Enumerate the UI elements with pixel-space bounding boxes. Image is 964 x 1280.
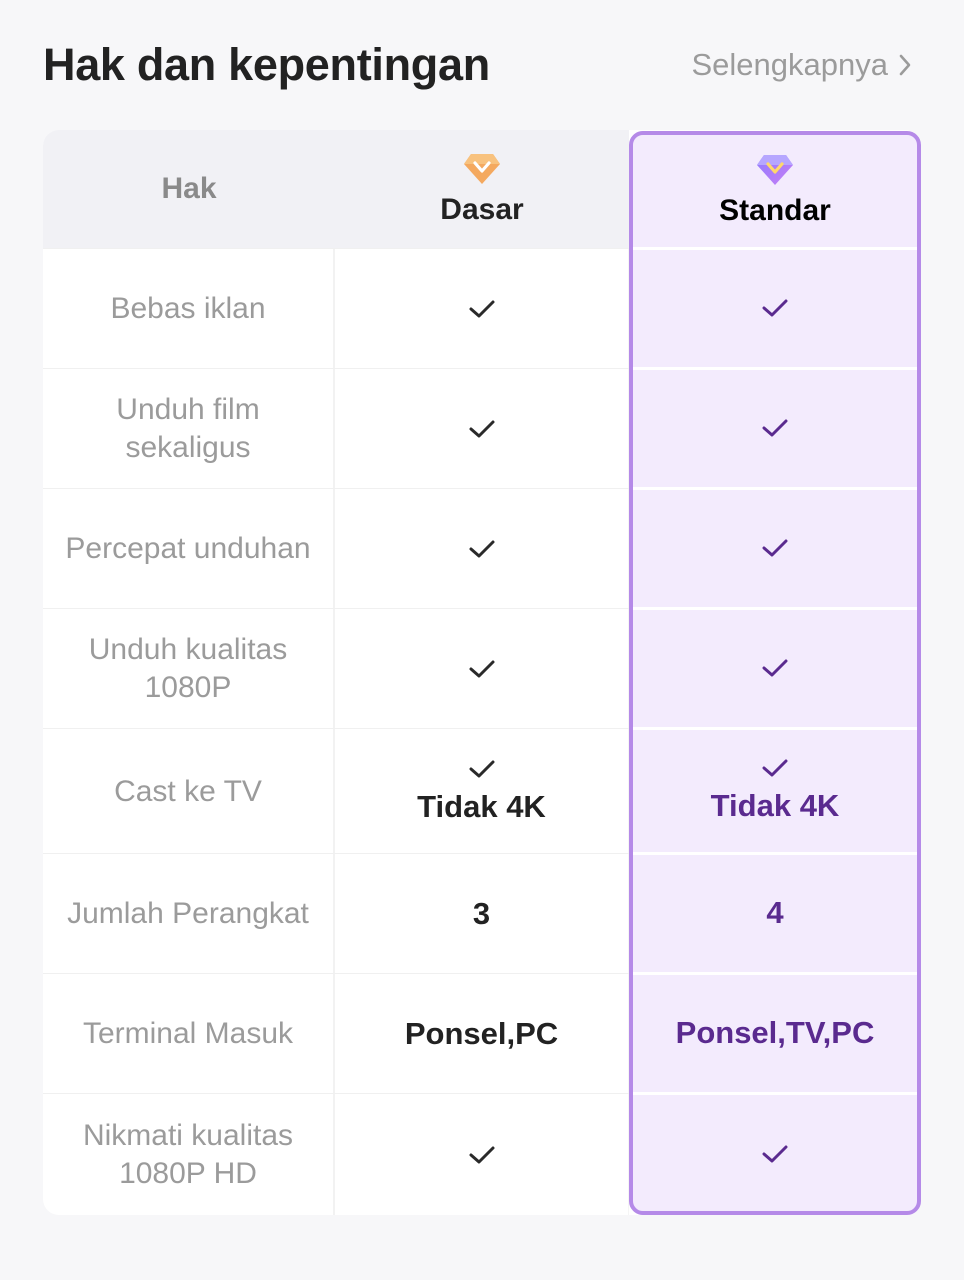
check-icon	[469, 1146, 494, 1164]
standard-plan-text: Tidak 4K	[710, 787, 840, 823]
benefit-label: Bebas iklan	[43, 249, 335, 369]
basic-plan-value	[335, 609, 629, 729]
basic-plan-text: Tidak 4K	[417, 788, 546, 824]
benefit-label: Unduh kualitas 1080P	[43, 609, 335, 729]
benefit-label: Nikmati kualitas 1080P HD	[43, 1094, 335, 1215]
check-icon	[469, 540, 494, 558]
basic-plan-value: Ponsel,PC	[335, 974, 629, 1094]
benefit-label: Unduh film sekaligus	[43, 369, 335, 489]
standard-plan-value: Ponsel,TV,PC	[629, 973, 921, 1093]
chevron-right-icon	[899, 54, 911, 76]
header-rights: Hak	[43, 130, 335, 248]
benefit-label: Terminal Masuk	[43, 974, 335, 1094]
page-title: Hak dan kepentingan	[43, 39, 490, 90]
check-icon	[469, 760, 494, 777]
basic-plan-text: Ponsel,PC	[404, 1016, 559, 1051]
standard-plan-text: 4	[766, 895, 784, 930]
basic-plan-text: 3	[472, 896, 491, 931]
see-more-label: Selengkapnya	[691, 47, 889, 82]
basic-plan-name: Dasar	[440, 193, 524, 226]
check-icon	[762, 759, 788, 776]
basic-plan-value: Tidak 4K	[335, 729, 629, 854]
standard-plan-value: Tidak 4K	[629, 728, 921, 853]
benefit-label: Jumlah Perangkat	[43, 854, 335, 974]
check-icon	[469, 660, 494, 678]
benefit-label: Percepat unduhan	[43, 489, 335, 609]
standard-plan-value	[629, 1093, 921, 1215]
standard-plan-name: Standar	[719, 194, 831, 227]
check-icon	[469, 300, 494, 318]
standard-plan-value	[629, 248, 921, 368]
standard-plan-value	[629, 608, 921, 728]
basic-plan-value	[335, 369, 629, 489]
standard-plan-value	[629, 368, 921, 488]
section-header: Hak dan kepentingan Selengkapnya	[43, 30, 912, 100]
check-icon	[762, 1145, 788, 1163]
basic-plan-value: 3	[335, 854, 629, 974]
check-icon	[762, 659, 788, 677]
standard-plan-text: Ponsel,TV,PC	[675, 1015, 875, 1050]
check-icon	[469, 420, 494, 438]
check-icon	[762, 539, 788, 557]
standard-plan-value	[629, 488, 921, 608]
benefit-label: Cast ke TV	[43, 729, 335, 854]
standard-plan-value: 4	[629, 853, 921, 973]
standard-plan-header: Standar	[629, 131, 921, 249]
header-basic-plan: Dasar	[335, 130, 629, 248]
basic-plan-value	[335, 1094, 629, 1215]
see-more-link[interactable]: Selengkapnya	[692, 47, 913, 83]
diamond-purple-icon	[757, 155, 793, 185]
check-icon	[762, 419, 788, 437]
basic-plan-value	[335, 249, 629, 369]
basic-plan-value	[335, 489, 629, 609]
check-icon	[762, 299, 788, 317]
diamond-orange-icon	[464, 154, 500, 184]
